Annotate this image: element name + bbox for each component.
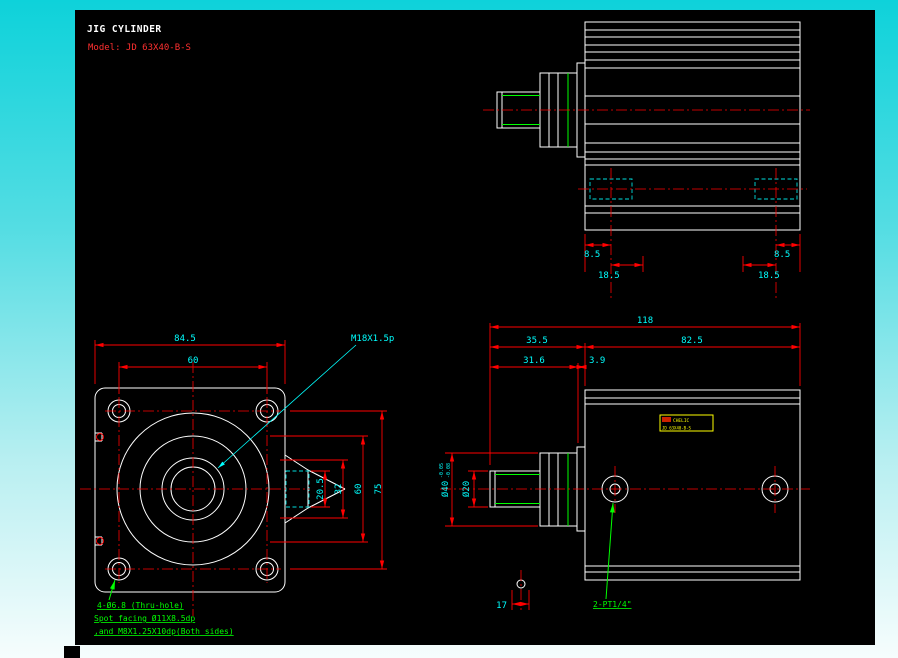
dim-bolt-h-label: 60: [188, 356, 199, 366]
side-view: CHELIC JD 63X40-B-S: [439, 316, 810, 611]
dim-boss-tol-upper: -0.05: [439, 463, 445, 478]
dim-boss-label: 32: [334, 484, 344, 495]
note-thru-hole: 4-Ø6.8 (Thru-hole): [97, 600, 184, 610]
dim-rod-len-label: 31.6: [523, 356, 545, 366]
notes-leader-line: [109, 580, 115, 600]
dim-boss-tol-lower: -0.08: [446, 463, 452, 478]
thread-label: M18X1.5p: [351, 334, 394, 344]
dim-rod-dia-label: Ø20: [461, 481, 472, 497]
port-label: 2-PT1/4": [593, 600, 632, 609]
note-spot-facing: Spot facing Ø11X8.5dp: [94, 613, 195, 623]
dim-port-pos-label: 17: [496, 601, 507, 611]
note-tap: ,and M8X1.25X10dp(Both sides): [94, 627, 234, 636]
top-view-centerlines: [483, 110, 810, 298]
front-view-dimensions: 84.5 60 20.5 32 60 75 M18X1.5p: [95, 334, 394, 569]
drawing-title: JIG CYLINDER: [87, 24, 162, 35]
top-view-dimensions: 8.5 18.5 8.5 18.5: [584, 234, 800, 281]
flange-outline: [95, 388, 285, 592]
nameplate-brand: CHELIC: [673, 418, 690, 424]
dim-width-label: 84.5: [174, 334, 196, 344]
front-view-geometry: [95, 388, 345, 592]
dim-total-label: 118: [637, 316, 653, 326]
port-leader-line: [606, 503, 613, 599]
dim-port-right-label: 18.5: [758, 271, 780, 281]
desktop-background: JIG CYLINDER Model: JD 63X40-B-S: [0, 0, 898, 658]
top-view-extension-lines: [585, 234, 800, 272]
nameplate-logo: [662, 417, 671, 422]
front-view-extension-lines: [95, 340, 387, 569]
side-view-dimensions: 118 35.5 82.5 31.6 3.9 Ø20 Ø40 -0.05 -0.…: [439, 316, 800, 611]
cad-drawing-canvas[interactable]: JIG CYLINDER Model: JD 63X40-B-S: [75, 10, 875, 645]
nameplate-model: JD 63X40-B-S: [662, 426, 691, 431]
side-view-thread-lines: [495, 453, 568, 526]
dim-edge-right-label: 8.5: [774, 250, 790, 260]
side-view-extension-lines: [445, 323, 800, 610]
cad-drawing: JIG CYLINDER Model: JD 63X40-B-S: [75, 10, 875, 645]
dim-body-label: 82.5: [681, 336, 703, 346]
front-view: 84.5 60 20.5 32 60 75 M18X1.5p 4-Ø6.8 (T…: [80, 334, 394, 636]
dim-nut-label: 3.9: [589, 356, 605, 366]
dim-rod-ext-label: 35.5: [526, 336, 548, 346]
dim-boss-dia-label: Ø40: [440, 481, 451, 497]
drawing-model-label: Model: JD 63X40-B-S: [88, 43, 191, 53]
dim-edge-left-label: 8.5: [584, 250, 600, 260]
black-corner-artifact: [64, 646, 80, 658]
dim-port-depth-label: 20.5: [316, 478, 326, 500]
dim-bolt-v-label: 75: [374, 484, 384, 495]
top-view: 8.5 18.5 8.5 18.5: [483, 22, 810, 298]
thread-leader-line: [218, 345, 356, 468]
dim-port-left-label: 18.5: [598, 271, 620, 281]
dim-pilot-label: 60: [354, 484, 364, 495]
front-view-notes: 4-Ø6.8 (Thru-hole) Spot facing Ø11X8.5dp…: [94, 580, 234, 636]
nameplate: CHELIC JD 63X40-B-S: [660, 415, 713, 431]
front-view-centerlines: [80, 362, 310, 616]
